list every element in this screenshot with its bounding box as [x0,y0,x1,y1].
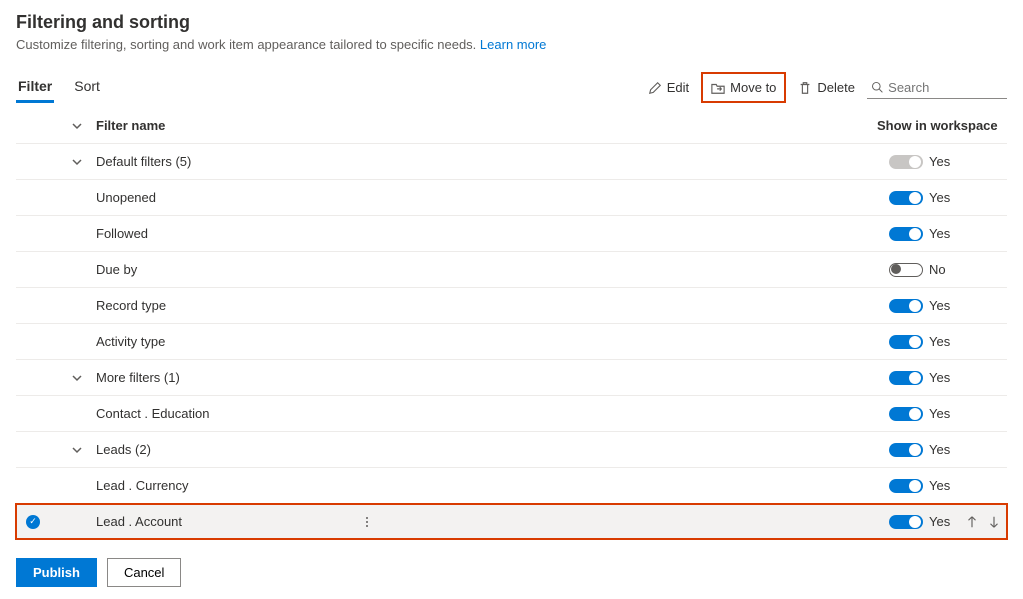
filter-name: Followed [96,226,889,241]
filter-name: Activity type [96,334,889,349]
pencil-icon [648,81,662,95]
toolbar: Edit Move to Delete [640,72,1007,103]
toggle-label: Yes [929,370,965,385]
page-header: Filtering and sorting Customize filterin… [16,12,1007,52]
filter-name: Lead . Account [96,514,889,529]
show-in-workspace-toggle[interactable] [889,443,923,457]
table-row[interactable]: Followed Yes [16,216,1007,252]
chevron-icon[interactable] [58,120,96,132]
show-in-workspace-toggle [889,155,923,169]
column-filter-name[interactable]: Filter name [96,118,877,133]
filter-name: Default filters (5) [96,154,889,169]
filter-name: Unopened [96,190,889,205]
search-icon [871,80,883,94]
edit-button[interactable]: Edit [640,74,697,101]
delete-button[interactable]: Delete [790,74,863,101]
show-in-workspace-toggle[interactable] [889,299,923,313]
filter-name: Due by [96,262,889,277]
search-input[interactable] [888,80,1001,95]
chevron-down-icon[interactable] [58,444,96,456]
filter-name: Contact . Education [96,406,889,421]
show-in-workspace-toggle[interactable] [889,191,923,205]
toggle-label: Yes [929,406,965,421]
arrow-up-icon [965,515,979,529]
more-options-icon[interactable] [366,517,368,527]
toggle-label: Yes [929,514,965,529]
show-in-workspace-toggle[interactable] [889,335,923,349]
tabs-toolbar-row: Filter Sort Edit Move to Delete [16,72,1007,104]
show-in-workspace-toggle[interactable] [889,263,923,277]
table-row[interactable]: Record type Yes [16,288,1007,324]
table-row[interactable]: Contact . Education Yes [16,396,1007,432]
toggle-label: Yes [929,478,965,493]
chevron-down-icon[interactable] [58,372,96,384]
table-row[interactable]: Due by No [16,252,1007,288]
filter-name: Record type [96,298,889,313]
table-header: Filter name Show in workspace [16,108,1007,144]
toggle-label: Yes [929,334,965,349]
toggle-label: Yes [929,442,965,457]
toggle-label: Yes [929,226,965,241]
toggle-label: Yes [929,190,965,205]
table-row[interactable]: Activity type Yes [16,324,1007,360]
filter-name: Leads (2) [96,442,889,457]
chevron-down-icon[interactable] [58,156,96,168]
table-row[interactable]: Lead . Currency Yes [16,468,1007,504]
footer-actions: Publish Cancel [16,558,1007,587]
show-in-workspace-toggle[interactable] [889,227,923,241]
arrow-down-icon [987,515,1001,529]
show-in-workspace-toggle[interactable] [889,407,923,421]
table-group-row[interactable]: Default filters (5) Yes [16,144,1007,180]
table-group-row[interactable]: Leads (2) Yes [16,432,1007,468]
column-show-in-workspace[interactable]: Show in workspace [877,118,1007,133]
tabs: Filter Sort [16,72,102,103]
tab-sort[interactable]: Sort [72,72,102,103]
reorder-arrows[interactable] [965,515,1007,529]
toggle-label: Yes [929,298,965,313]
table-row[interactable]: Unopened Yes [16,180,1007,216]
folder-move-icon [711,81,725,95]
show-in-workspace-toggle[interactable] [889,515,923,529]
filter-name: More filters (1) [96,370,889,385]
publish-button[interactable]: Publish [16,558,97,587]
checkmark-icon[interactable]: ✓ [26,515,40,529]
tab-filter[interactable]: Filter [16,72,54,103]
search-input-wrapper[interactable] [867,77,1007,99]
toggle-label: Yes [929,154,965,169]
filter-name: Lead . Currency [96,478,889,493]
page-title: Filtering and sorting [16,12,1007,33]
cancel-button[interactable]: Cancel [107,558,181,587]
filter-table: Filter name Show in workspace Default fi… [16,108,1007,540]
trash-icon [798,81,812,95]
page-subtitle: Customize filtering, sorting and work it… [16,37,1007,52]
move-to-button[interactable]: Move to [701,72,786,103]
toggle-label: No [929,262,965,277]
show-in-workspace-toggle[interactable] [889,479,923,493]
learn-more-link[interactable]: Learn more [480,37,546,52]
table-row[interactable]: ✓ Lead . Account Yes [16,504,1007,540]
show-in-workspace-toggle[interactable] [889,371,923,385]
table-group-row[interactable]: More filters (1) Yes [16,360,1007,396]
